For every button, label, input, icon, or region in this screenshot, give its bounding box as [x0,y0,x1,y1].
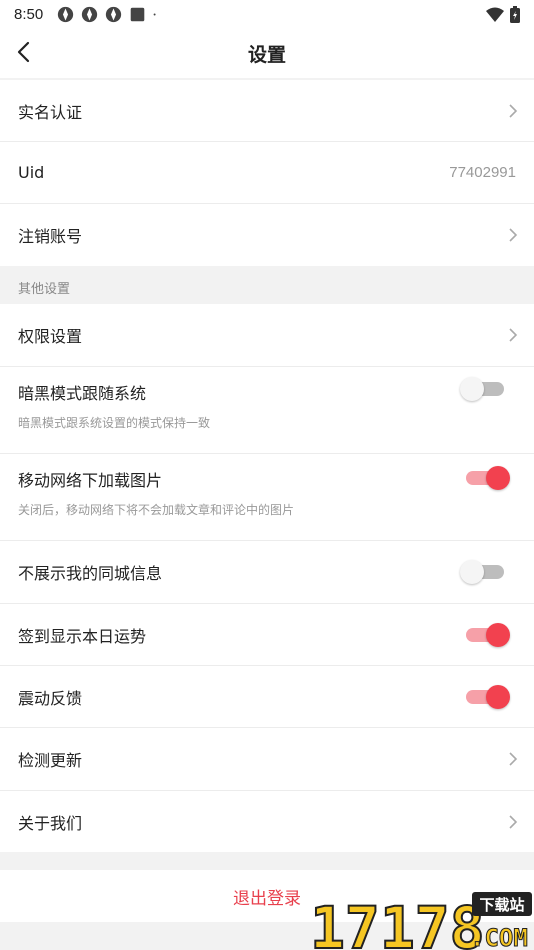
wifi-icon [486,7,504,22]
row-label: 不展示我的同城信息 [18,564,163,583]
app-icon [106,6,122,22]
row-realname-verification[interactable]: 实名认证 [0,80,534,141]
toggle-knob [460,377,484,401]
chevron-right-icon [509,328,518,342]
chevron-right-icon [509,103,518,118]
chevron-right-icon [509,814,518,829]
watermark-domain: .COM [470,924,528,950]
nav-bar: 设置 [0,28,534,78]
row-label: Uid [18,163,45,182]
toggle-knob [486,466,510,490]
row-label: 暗黑模式跟随系统 [18,384,147,403]
row-label: 注销账号 [18,227,83,246]
row-uid: Uid 77402991 [0,142,534,203]
toggle-knob [486,685,510,709]
row-hide-city: 不展示我的同城信息 [0,541,534,603]
row-cancel-account[interactable]: 注销账号 [0,204,534,266]
row-fortune: 签到显示本日运势 [0,604,534,665]
square-icon [130,7,145,21]
dot-icon [153,13,156,15]
row-label: 检测更新 [18,751,83,770]
watermark-digits: 17178 [310,894,485,950]
app-icon [82,6,98,22]
vibration-toggle[interactable] [466,685,510,709]
status-bar: 8:50 [0,0,534,28]
row-about-us[interactable]: 关于我们 [0,791,534,852]
row-description: 关闭后，移动网络下将不会加载文章和评论中的图片 [18,503,295,517]
row-label: 权限设置 [18,327,83,346]
dark-mode-toggle[interactable] [460,377,504,401]
row-label: 关于我们 [18,813,83,833]
toggle-knob [486,623,510,647]
toggle-knob [460,560,484,584]
row-label: 震动反馈 [18,688,83,708]
row-description: 暗黑模式跟系统设置的模式保持一致 [18,416,211,430]
status-time: 8:50 [14,5,44,23]
page-title: 设置 [247,43,286,66]
watermark-badge: 下载站 [479,896,524,914]
row-vibration: 震动反馈 [0,666,534,727]
hide-city-toggle[interactable] [460,560,504,584]
row-dark-mode: 暗黑模式跟随系统 暗黑模式跟系统设置的模式保持一致 [0,367,534,453]
row-label: 签到显示本日运势 [18,626,147,646]
row-label: 实名认证 [18,102,83,122]
row-permissions[interactable]: 权限设置 [0,304,534,366]
row-label: 移动网络下加载图片 [18,471,163,490]
chevron-right-icon [509,228,518,242]
battery-icon [510,5,520,23]
row-check-update[interactable]: 检测更新 [0,728,534,790]
row-mobile-images: 移动网络下加载图片 关闭后，移动网络下将不会加载文章和评论中的图片 [0,454,534,540]
back-arrow-icon[interactable] [12,39,38,65]
site-watermark-logo: 17178 下载站 .COM [310,892,532,950]
app-icon [58,6,74,22]
mobile-images-toggle[interactable] [466,466,510,490]
uid-value: 77402991 [449,164,516,181]
section-title-other-settings: 其他设置 [18,282,71,297]
fortune-toggle[interactable] [466,623,510,647]
chevron-right-icon [509,752,518,766]
